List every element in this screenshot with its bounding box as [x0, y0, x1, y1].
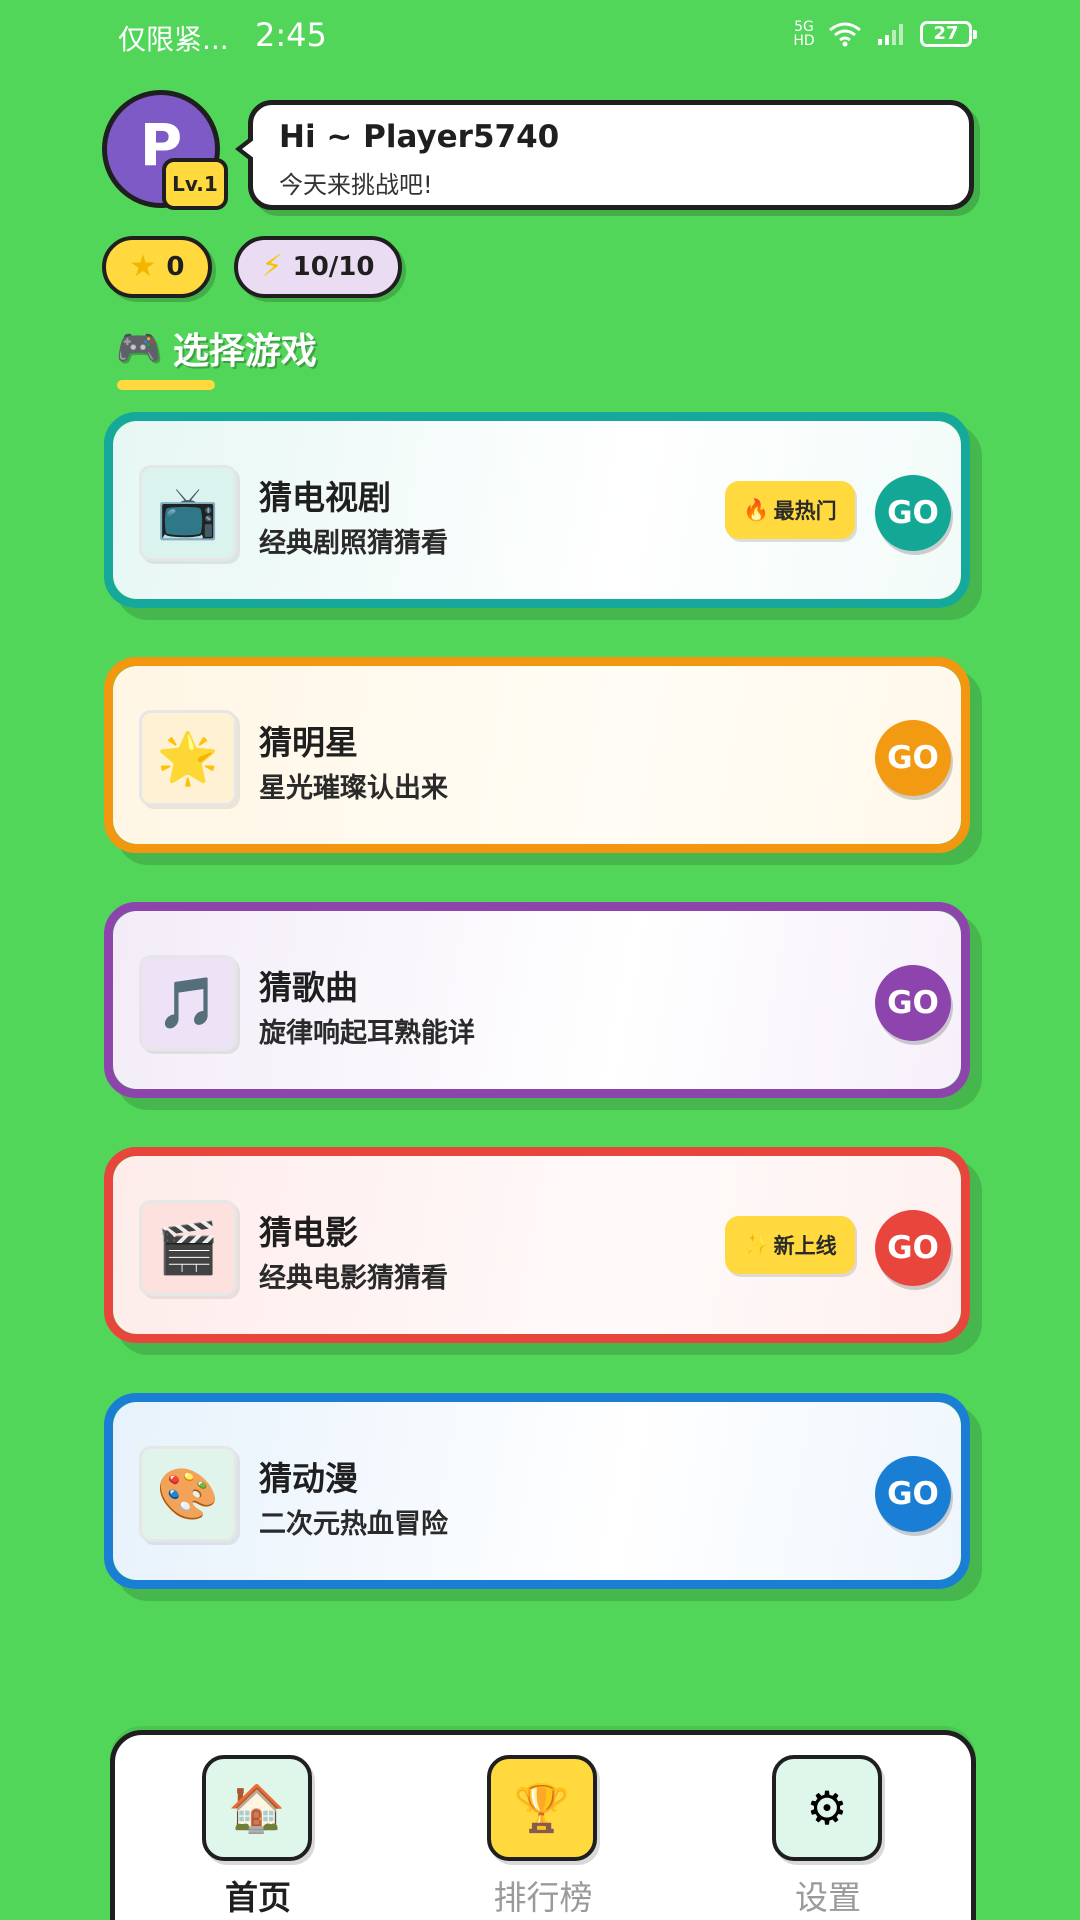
level-badge: Lv.1	[162, 158, 228, 210]
tv-icon: 📺	[139, 465, 237, 561]
nav-leaderboard-label: 排行榜	[493, 1878, 593, 1917]
game-subtitle: 旋律响起耳熟能详	[259, 1018, 475, 1049]
stars-counter[interactable]: ★ 0	[102, 236, 212, 298]
greeting-subtitle: 今天来挑战吧!	[279, 171, 433, 199]
star-icon: 🌟	[139, 710, 237, 806]
fire-icon: 🔥	[743, 497, 770, 522]
sparkle-icon: ✨	[743, 1232, 770, 1257]
clock: 2:45	[255, 16, 327, 54]
game-subtitle: 经典剧照猜猜看	[259, 528, 448, 559]
game-card-movie[interactable]: 🎬 猜电影 经典电影猜猜看 ✨ 新上线 GO	[104, 1147, 970, 1343]
game-subtitle: 经典电影猜猜看	[259, 1263, 448, 1294]
new-badge: ✨ 新上线	[725, 1216, 855, 1274]
nav-settings[interactable]: ⚙ 设置	[728, 1755, 928, 1917]
status-icons: 5G HD 27	[792, 19, 977, 49]
game-title: 猜歌曲	[259, 968, 358, 1007]
stars-value: 0	[166, 252, 185, 282]
energy-value: 10/10	[292, 252, 375, 282]
greeting-title: Hi ~ Player5740	[279, 119, 560, 155]
game-subtitle: 二次元热血冒险	[259, 1509, 448, 1540]
gamepad-icon: 🎮	[116, 328, 161, 369]
nav-leaderboard[interactable]: 🏆 排行榜	[443, 1755, 643, 1917]
energy-counter[interactable]: ⚡ 10/10	[234, 236, 402, 298]
lightning-icon: ⚡	[261, 249, 283, 284]
battery-icon: 27	[920, 21, 977, 47]
carrier-text: 仅限紧...	[118, 23, 229, 56]
network-type-icon: 5G HD	[793, 19, 815, 49]
game-title: 猜电影	[259, 1213, 358, 1252]
game-card-song[interactable]: 🎵 猜歌曲 旋律响起耳熟能详 GO	[104, 902, 970, 1098]
section-title-text: 选择游戏	[172, 331, 317, 372]
trophy-icon: 🏆	[487, 1755, 597, 1861]
go-button[interactable]: GO	[875, 720, 951, 796]
nav-home[interactable]: 🏠 首页	[158, 1755, 358, 1917]
game-home-screen: 仅限紧... 2:45 5G HD 27 P Lv.1 Hi ~ Player5…	[0, 0, 1080, 1920]
nav-home-label: 首页	[225, 1878, 291, 1917]
star-icon: ★	[129, 249, 157, 284]
game-subtitle: 星光璀璨认出来	[259, 773, 448, 804]
game-card-celebrity[interactable]: 🌟 猜明星 星光璀璨认出来 GO	[104, 657, 970, 853]
status-bar: 仅限紧... 2:45 5G HD 27	[0, 0, 1080, 76]
go-button[interactable]: GO	[875, 965, 951, 1041]
game-title: 猜电视剧	[259, 478, 391, 517]
go-button[interactable]: GO	[875, 1456, 951, 1532]
game-card-tv-series[interactable]: 📺 猜电视剧 经典剧照猜猜看 🔥 最热门 GO	[104, 412, 970, 608]
game-title: 猜明星	[259, 723, 358, 762]
game-title: 猜动漫	[259, 1459, 358, 1498]
badge-label: 最热门	[773, 499, 837, 523]
hot-badge: 🔥 最热门	[725, 481, 855, 539]
game-card-anime[interactable]: 🎨 猜动漫 二次元热血冒险 GO	[104, 1393, 970, 1589]
gear-icon: ⚙	[772, 1755, 882, 1861]
section-title: 🎮 选择游戏	[116, 322, 317, 374]
clapperboard-icon: 🎬	[139, 1200, 237, 1296]
bottom-nav: 🏠 首页 🏆 排行榜 ⚙ 设置	[110, 1730, 976, 1920]
badge-label: 新上线	[773, 1234, 837, 1258]
music-note-icon: 🎵	[139, 955, 237, 1051]
signal-icon	[878, 24, 903, 45]
go-button[interactable]: GO	[875, 475, 951, 551]
home-icon: 🏠	[202, 1755, 312, 1861]
greeting-bubble: Hi ~ Player5740 今天来挑战吧!	[235, 100, 974, 210]
wifi-icon	[829, 22, 861, 47]
section-underline	[117, 380, 215, 390]
palette-icon: 🎨	[139, 1446, 237, 1542]
go-button[interactable]: GO	[875, 1210, 951, 1286]
nav-settings-label: 设置	[795, 1878, 861, 1917]
